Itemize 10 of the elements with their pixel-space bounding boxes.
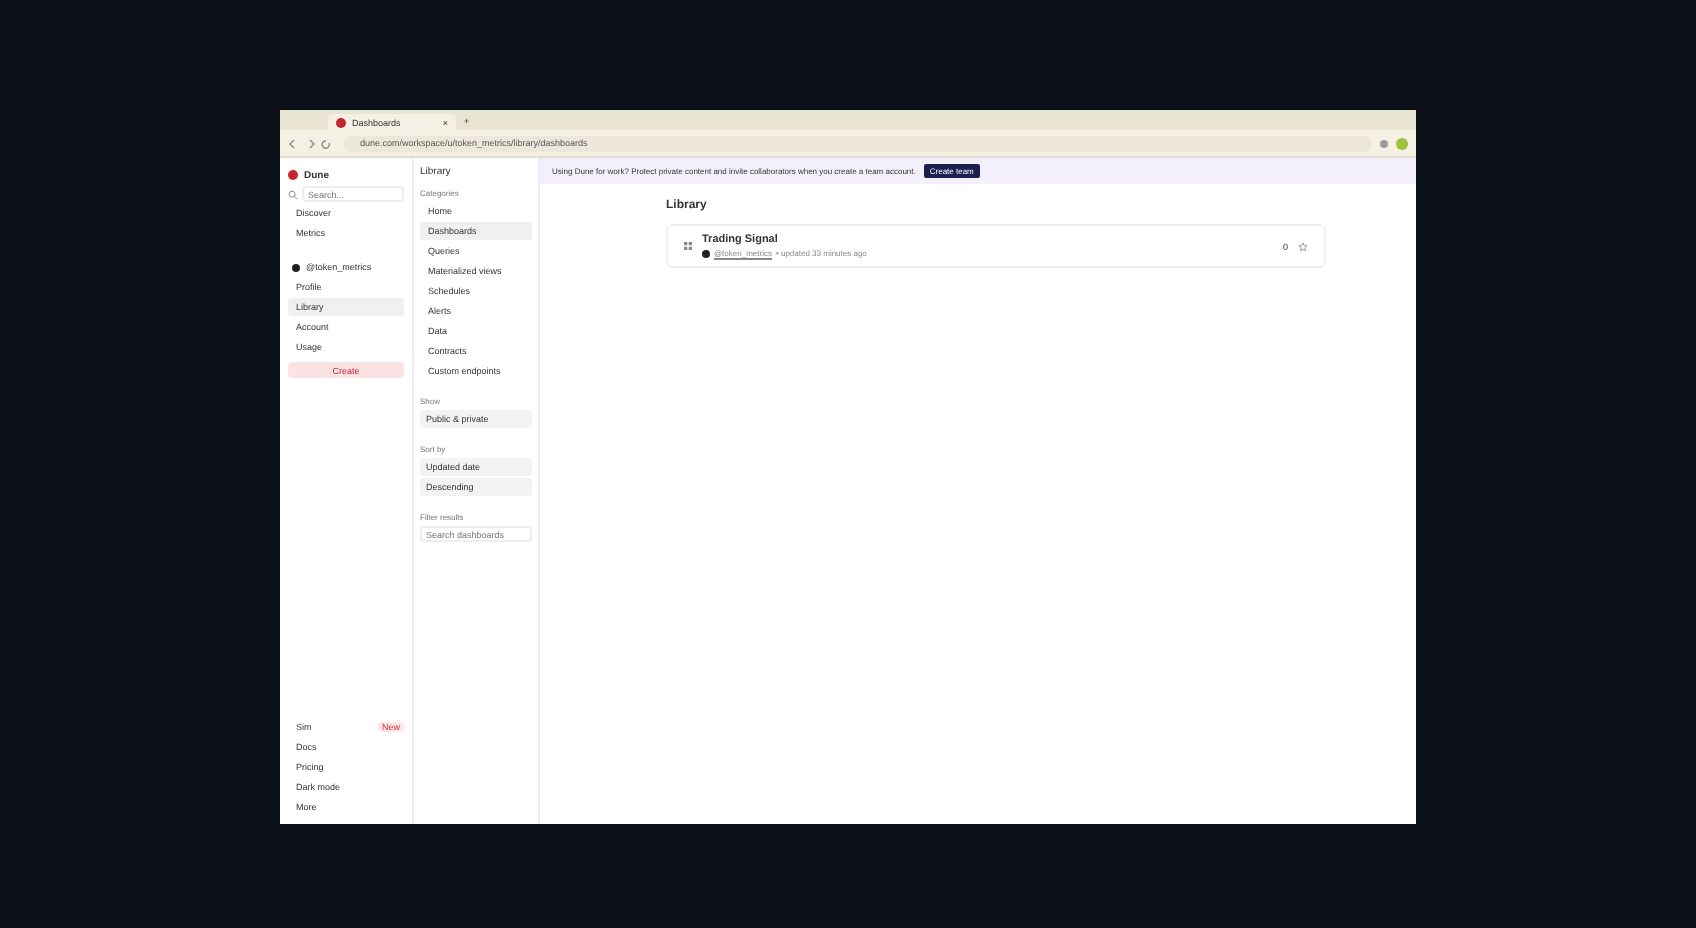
star-icon[interactable] [1298, 241, 1308, 251]
extension-icon[interactable] [1380, 139, 1388, 147]
logo-icon [336, 117, 346, 127]
profile-avatar[interactable] [1396, 137, 1408, 149]
user-avatar [702, 249, 710, 257]
navigation-arrows-icon[interactable] [288, 137, 336, 149]
user-avatar [292, 263, 300, 271]
search-icon [288, 189, 298, 199]
logo-icon [288, 170, 298, 180]
grid-icon [684, 242, 692, 250]
